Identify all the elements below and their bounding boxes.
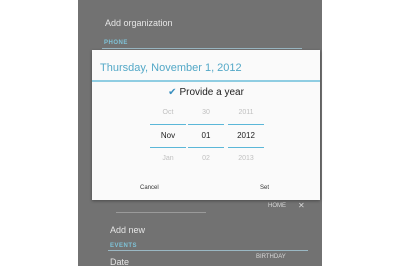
events-header: EVENTS [110,243,138,249]
year-prev[interactable]: 2011 [228,102,264,124]
month-prev[interactable]: Oct [150,102,186,124]
phone-header: PHONE [104,40,128,46]
set-button[interactable]: Set [260,185,269,191]
event-date-label[interactable]: Date [110,257,129,266]
events-divider [108,250,308,251]
checkmark-icon: ✔ [168,87,177,98]
month-next[interactable]: Jan [150,148,186,170]
close-icon[interactable]: ✕ [298,201,305,210]
year-next[interactable]: 2013 [228,148,264,170]
year-current[interactable]: 2012 [228,125,264,147]
phone-divider [102,48,302,49]
add-organization-label[interactable]: Add organization [105,18,173,28]
provide-year-checkbox[interactable]: ✔ Provide a year [92,87,320,98]
day-next[interactable]: 02 [188,148,224,170]
month-current[interactable]: Nov [150,125,186,147]
day-current[interactable]: 01 [188,125,224,147]
day-picker[interactable]: 30 01 02 [188,102,224,170]
month-picker[interactable]: Oct Nov Jan [150,102,186,170]
year-picker[interactable]: 2011 2012 2013 [228,102,264,170]
event-type-birthday[interactable]: BIRTHDAY [256,254,286,260]
phone-type-home[interactable]: HOME [268,203,286,209]
day-prev[interactable]: 30 [188,102,224,124]
dialog-title: Thursday, November 1, 2012 [100,62,242,74]
cancel-button[interactable]: Cancel [140,185,159,191]
phone-field[interactable] [116,212,206,213]
date-picker-dialog: Thursday, November 1, 2012 ✔ Provide a ye… [92,50,320,200]
provide-year-label: Provide a year [179,87,244,98]
title-divider [92,80,320,82]
add-new-label[interactable]: Add new [110,225,145,235]
